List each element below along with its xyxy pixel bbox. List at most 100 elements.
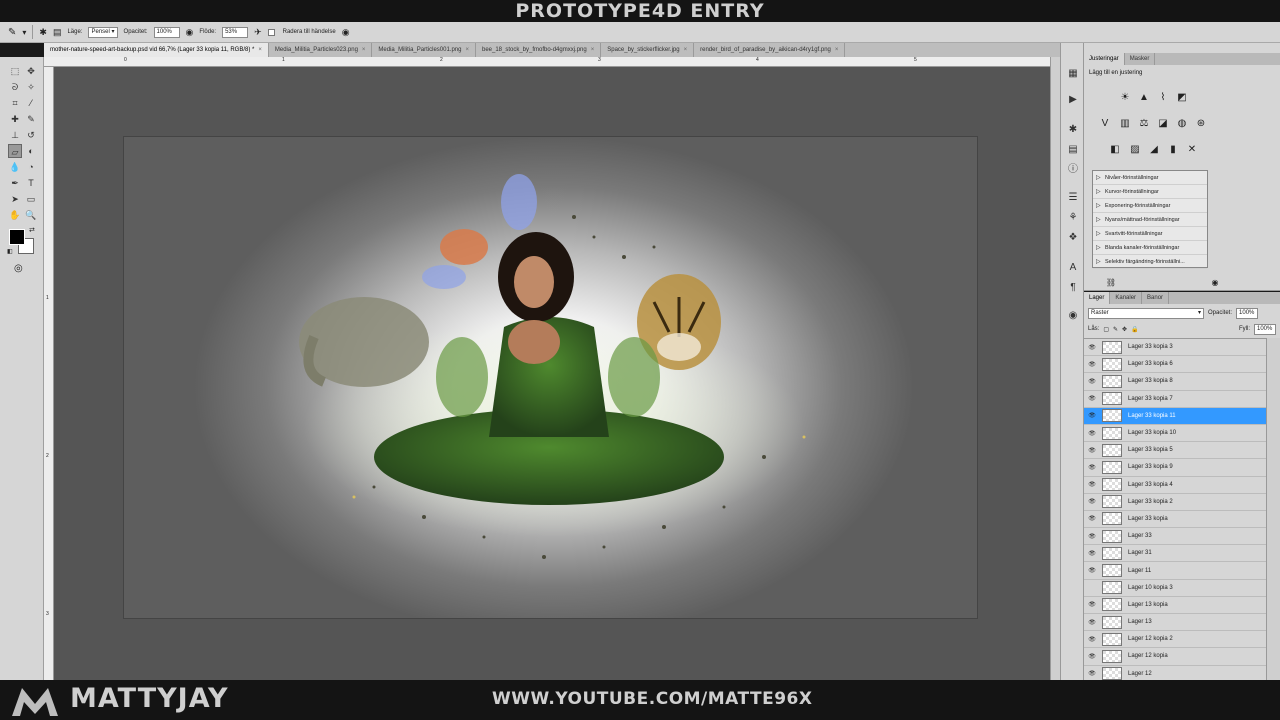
path-selection-icon[interactable]: ➤: [8, 192, 22, 206]
visibility-eye-icon[interactable]: 👁: [1084, 361, 1100, 368]
brush-icon[interactable]: ✎: [24, 112, 38, 126]
visibility-eye-icon[interactable]: 👁: [1084, 515, 1100, 522]
document-canvas[interactable]: [124, 137, 977, 618]
quick-mask-icon[interactable]: ◎: [14, 263, 23, 274]
dodge-tool-icon[interactable]: ◔: [24, 160, 38, 174]
layer-row[interactable]: 👁 Lager 12: [1084, 665, 1266, 680]
close-icon[interactable]: ×: [362, 47, 366, 53]
doc-tab[interactable]: bee_18_stock_by_fmofbo-d4gmxxj.png ×: [476, 43, 602, 57]
preset-item[interactable]: ▷ Exponering-förinställningar: [1093, 199, 1207, 213]
layer-row[interactable]: 👁 Lager 33: [1084, 528, 1266, 546]
shape-tool-icon[interactable]: ▭: [24, 192, 38, 206]
airbrush-icon[interactable]: ✈: [254, 27, 262, 38]
photo-filter-icon[interactable]: ◍: [1175, 117, 1189, 131]
layer-row[interactable]: 👁 Lager 33 kopia 7: [1084, 390, 1266, 408]
preset-item[interactable]: ▷ Svartvitt-förinställningar: [1093, 227, 1207, 241]
pen-tool-icon[interactable]: ✒: [8, 176, 22, 190]
visibility-eye-icon[interactable]: 👁: [1084, 378, 1100, 385]
tab-masks[interactable]: Masker: [1125, 53, 1156, 65]
clip-to-layer-icon[interactable]: ⛓: [1104, 276, 1118, 290]
magic-wand-icon[interactable]: ✧: [24, 80, 38, 94]
type-tool-icon[interactable]: T: [24, 176, 38, 190]
layer-row[interactable]: 👁 Lager 12 kopia 2: [1084, 631, 1266, 649]
brush-panel-icon[interactable]: ▤: [53, 27, 62, 38]
fill-input[interactable]: 100%: [1254, 323, 1276, 335]
tab-adjustments[interactable]: Justeringar: [1084, 53, 1125, 65]
layer-row[interactable]: 👁 Lager 33 kopia 9: [1084, 459, 1266, 477]
doc-tab[interactable]: render_bird_of_paradise_by_aikican-d4ry1…: [694, 43, 846, 57]
pressure-opacity-icon[interactable]: ◉: [186, 27, 194, 38]
close-icon[interactable]: ×: [591, 47, 595, 53]
actions-panel-icon[interactable]: ▶: [1066, 93, 1080, 107]
3d-panel-icon[interactable]: ❖: [1066, 231, 1080, 245]
hand-tool-icon[interactable]: ✋: [8, 208, 22, 222]
eraser-tool-icon[interactable]: ▱: [8, 144, 22, 158]
mode-select[interactable]: Pensel ▾: [88, 26, 118, 38]
brush-tool-icon[interactable]: ✎: [8, 27, 16, 38]
vibrance-icon[interactable]: V: [1098, 117, 1112, 131]
layer-row[interactable]: 👁 Lager 11: [1084, 562, 1266, 580]
visibility-eye-icon[interactable]: 👁: [1084, 412, 1100, 419]
opacity-input[interactable]: 100%: [153, 26, 180, 38]
healing-brush-icon[interactable]: ✚: [8, 112, 22, 126]
doc-tab[interactable]: Space_by_stickerflicker.jpg ×: [601, 43, 695, 57]
pressure-size-icon[interactable]: ◉: [342, 27, 350, 38]
layer-row[interactable]: 👁 Lager 13: [1084, 614, 1266, 632]
info-panel-icon[interactable]: ⓘ: [1066, 163, 1080, 177]
gradient-map-icon[interactable]: ▮: [1166, 143, 1180, 157]
flow-input[interactable]: 53%: [222, 26, 249, 38]
brush-preset-picker[interactable]: ▾: [22, 28, 26, 37]
brush-panel-icon[interactable]: ✱: [1066, 123, 1080, 137]
blur-tool-icon[interactable]: 💧: [8, 160, 22, 174]
history-panel-icon[interactable]: ▦: [1066, 67, 1080, 81]
visibility-eye-icon[interactable]: 👁: [1084, 533, 1100, 540]
layer-row[interactable]: 👁 Lager 33 kopia 6: [1084, 356, 1266, 374]
move-tool-icon[interactable]: ✥: [24, 64, 38, 78]
crop-tool-icon[interactable]: ⌗: [8, 96, 22, 110]
visibility-eye-icon[interactable]: 👁: [1084, 481, 1100, 488]
levels-icon[interactable]: ▲: [1137, 91, 1151, 105]
close-icon[interactable]: ×: [258, 47, 262, 53]
layer-row[interactable]: 👁 Lager 33 kopia 2: [1084, 493, 1266, 511]
blend-mode-select[interactable]: Raster ▾: [1088, 307, 1204, 319]
tab-channels[interactable]: Kanaler: [1110, 292, 1143, 304]
channel-mixer-icon[interactable]: ⊛: [1194, 117, 1208, 131]
preset-item[interactable]: ▷ Selektiv färgändring-förinställni...: [1093, 255, 1207, 269]
layer-row[interactable]: 👁 Lager 33 kopia 8: [1084, 373, 1266, 391]
visibility-eye-icon[interactable]: 👁: [1084, 550, 1100, 557]
swap-colors-icon[interactable]: ⇄: [29, 226, 35, 234]
threshold-icon[interactable]: ◢: [1147, 143, 1161, 157]
preset-item[interactable]: ▷ Nyans/mättnad-förinställningar: [1093, 213, 1207, 227]
visibility-eye-icon[interactable]: 👁: [1084, 670, 1100, 677]
layer-row[interactable]: 👁 Lager 13 kopia: [1084, 596, 1266, 614]
black-white-icon[interactable]: ◪: [1156, 117, 1170, 131]
layer-row[interactable]: 👁 Lager 31: [1084, 545, 1266, 563]
selective-color-icon[interactable]: ✕: [1185, 143, 1199, 157]
doc-tab[interactable]: Media_Militia_Particles023.png ×: [269, 43, 373, 57]
layer-row[interactable]: 👁 Lager 33 kopia 11: [1084, 407, 1266, 425]
tool-presets-icon[interactable]: ▤: [1066, 143, 1080, 157]
curves-icon[interactable]: ⌇: [1156, 91, 1170, 105]
layer-row[interactable]: 👁 Lager 33 kopia 5: [1084, 442, 1266, 460]
doc-tab[interactable]: Media_Militia_Particles001.png ×: [372, 43, 476, 57]
tab-paths[interactable]: Banor: [1142, 292, 1170, 304]
character-panel-icon[interactable]: A: [1066, 261, 1080, 275]
panel-options-icon[interactable]: ◉: [1208, 276, 1222, 290]
visibility-eye-icon[interactable]: 👁: [1084, 464, 1100, 471]
invert-icon[interactable]: ◧: [1108, 143, 1122, 157]
close-icon[interactable]: ×: [465, 47, 469, 53]
eyedropper-icon[interactable]: ⁄: [24, 96, 38, 110]
visibility-eye-icon[interactable]: 👁: [1084, 619, 1100, 626]
layer-row[interactable]: 👁 Lager 33 kopia 10: [1084, 424, 1266, 443]
close-icon[interactable]: ×: [835, 47, 839, 53]
hue-saturation-icon[interactable]: ▥: [1118, 117, 1132, 131]
notes-panel-icon[interactable]: ◉: [1066, 309, 1080, 323]
default-colors-icon[interactable]: ◧: [7, 248, 13, 255]
gradient-tool-icon[interactable]: ◐: [24, 144, 38, 158]
visibility-eye-icon[interactable]: 👁: [1084, 498, 1100, 505]
visibility-eye-icon[interactable]: 👁: [1084, 636, 1100, 643]
marquee-tool-icon[interactable]: ⬚: [8, 64, 22, 78]
visibility-eye-icon[interactable]: 👁: [1084, 601, 1100, 608]
visibility-eye-icon[interactable]: 👁: [1084, 344, 1100, 351]
visibility-eye-icon[interactable]: 👁: [1084, 567, 1100, 574]
